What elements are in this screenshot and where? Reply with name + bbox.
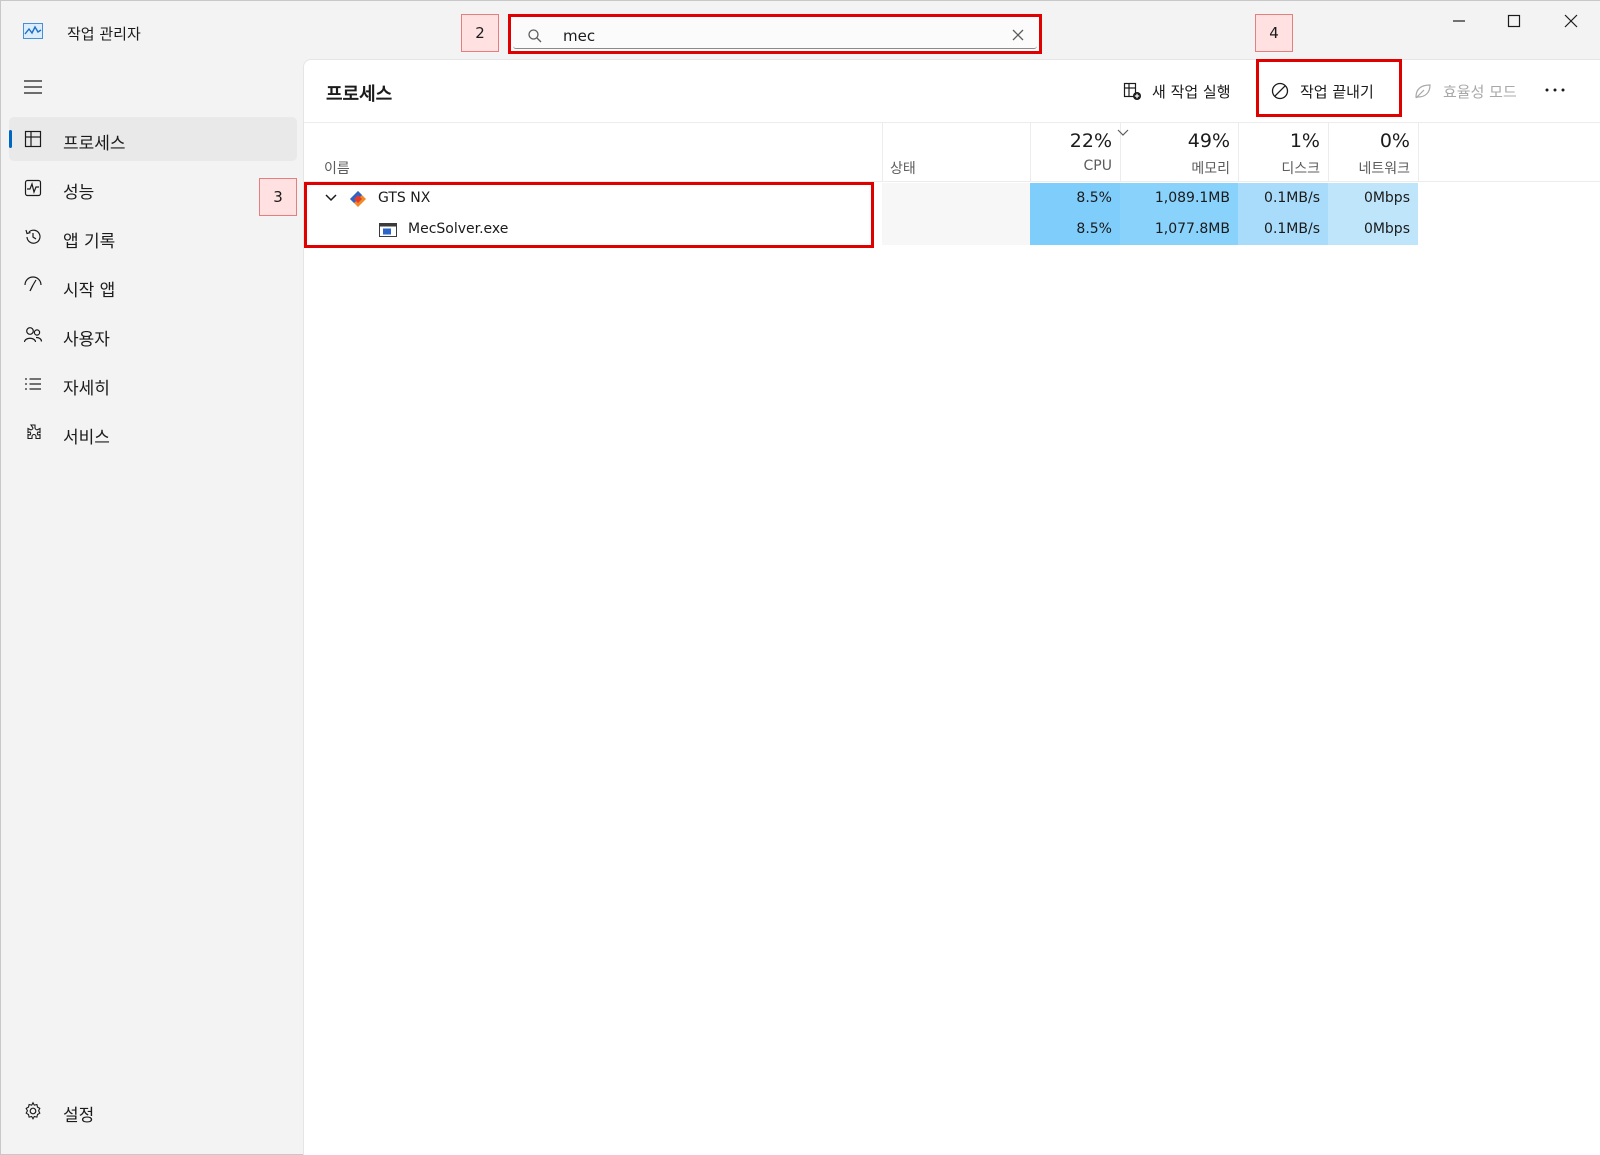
- sidebar-item-performance[interactable]: 성능: [9, 166, 249, 210]
- sidebar-item-details[interactable]: 자세히: [9, 362, 297, 406]
- column-header-memory-percent[interactable]: 49%: [1120, 130, 1230, 152]
- efficiency-mode-button[interactable]: 효율성 모드: [1413, 76, 1517, 106]
- disk-cell: 0.1MB/s: [1238, 214, 1328, 245]
- column-header-network-percent[interactable]: 0%: [1328, 130, 1410, 152]
- sidebar-item-app-history[interactable]: 앱 기록: [9, 215, 297, 259]
- startup-apps-icon: [24, 276, 42, 292]
- sidebar: 프로세스 3 성능 앱 기록 시작 앱 사용자 자세히 서비스 설정: [1, 59, 303, 1155]
- disk-cell: 0.1MB/s: [1238, 183, 1328, 214]
- search-highlight-box: [508, 14, 1042, 54]
- callout-badge-search: 2: [461, 14, 499, 52]
- more-options-icon[interactable]: [1542, 80, 1568, 100]
- task-manager-window: 작업 관리자 2 4: [0, 0, 1600, 1155]
- performance-icon: [24, 179, 42, 197]
- column-header-network[interactable]: 네트워크: [1328, 158, 1410, 178]
- page-title: 프로세스: [326, 84, 393, 105]
- leaf-icon: [1415, 84, 1431, 99]
- processes-icon: [24, 130, 42, 148]
- sidebar-item-label: 서비스: [63, 428, 110, 448]
- column-header-name[interactable]: 이름: [324, 158, 350, 178]
- gear-icon: [25, 1101, 41, 1120]
- sidebar-item-label: 시작 앱: [63, 281, 116, 301]
- end-task-label: 작업 끝내기: [1300, 82, 1374, 101]
- column-header-cpu-percent[interactable]: 22%: [1030, 130, 1112, 152]
- details-icon: [25, 378, 41, 390]
- callout-badge-process: 3: [259, 178, 297, 216]
- users-icon: [23, 327, 43, 343]
- status-cell: [882, 183, 1030, 214]
- close-button[interactable]: [1556, 9, 1586, 33]
- main-panel: 프로세스 새 작업 실행 작업 끝내기 효율성 모드 이름 상태 22% CPU…: [303, 59, 1600, 1155]
- app-history-icon: [25, 229, 41, 244]
- column-header-disk[interactable]: 디스크: [1238, 158, 1320, 178]
- sidebar-item-users[interactable]: 사용자: [9, 313, 297, 357]
- status-cell: [882, 214, 1030, 245]
- minimize-button[interactable]: [1444, 9, 1474, 33]
- column-header-cpu[interactable]: CPU: [1030, 158, 1112, 174]
- sidebar-item-label: 앱 기록: [63, 232, 116, 252]
- network-cell: 0Mbps: [1328, 183, 1418, 214]
- sidebar-item-label: 자세히: [63, 379, 110, 399]
- search-input[interactable]: [563, 24, 983, 48]
- title-bar: 작업 관리자 2 4: [1, 1, 1600, 59]
- settings-label: 설정: [63, 1106, 95, 1126]
- end-task-button[interactable]: 작업 끝내기: [1270, 76, 1374, 106]
- process-highlight-box: [304, 182, 874, 248]
- run-new-task-label: 새 작업 실행: [1152, 82, 1231, 101]
- sidebar-item-startup-apps[interactable]: 시작 앱: [9, 264, 297, 308]
- column-header-memory[interactable]: 메모리: [1120, 158, 1230, 178]
- maximize-button[interactable]: [1499, 9, 1529, 33]
- sidebar-item-services[interactable]: 서비스: [9, 411, 297, 455]
- cpu-cell: 8.5%: [1030, 214, 1120, 245]
- end-task-icon: [1271, 82, 1289, 100]
- task-manager-app-icon: [23, 23, 43, 39]
- search-box[interactable]: [513, 19, 1037, 49]
- run-new-task-button[interactable]: 새 작업 실행: [1122, 76, 1231, 106]
- sidebar-item-settings[interactable]: 설정: [9, 1089, 297, 1133]
- sidebar-item-label: 사용자: [63, 330, 110, 350]
- cpu-cell: 8.5%: [1030, 183, 1120, 214]
- sidebar-item-label: 프로세스: [63, 134, 126, 154]
- app-title: 작업 관리자: [67, 25, 141, 43]
- callout-badge-end-task: 4: [1255, 14, 1293, 52]
- hamburger-menu-icon[interactable]: [23, 79, 43, 95]
- run-new-task-icon: [1123, 82, 1141, 100]
- sidebar-item-label: 성능: [63, 183, 95, 203]
- network-cell: 0Mbps: [1328, 214, 1418, 245]
- column-separator: [1418, 122, 1419, 182]
- memory-cell: 1,089.1MB: [1120, 183, 1238, 214]
- search-icon: [528, 29, 542, 43]
- active-indicator: [9, 130, 12, 148]
- memory-cell: 1,077.8MB: [1120, 214, 1238, 245]
- efficiency-mode-label: 효율성 모드: [1443, 82, 1517, 101]
- column-separator: [882, 122, 883, 182]
- column-header-disk-percent[interactable]: 1%: [1238, 130, 1320, 152]
- column-header-status[interactable]: 상태: [890, 158, 916, 178]
- sidebar-item-processes[interactable]: 프로세스: [9, 117, 297, 161]
- clear-search-icon[interactable]: [1011, 28, 1025, 42]
- services-icon: [27, 424, 41, 440]
